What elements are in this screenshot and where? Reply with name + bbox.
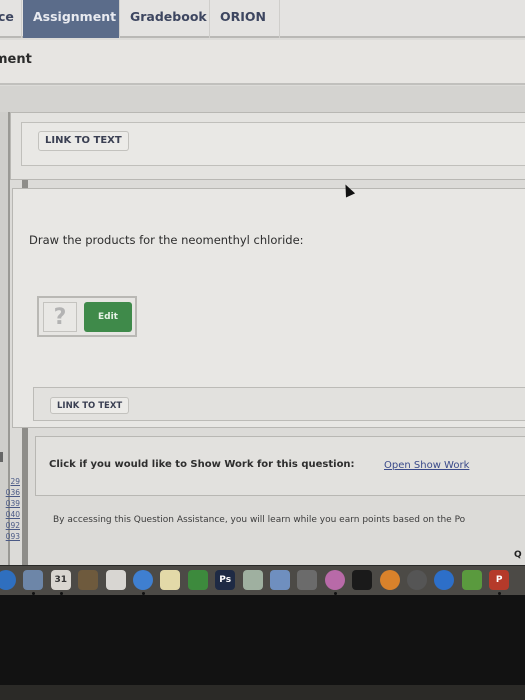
toolbar-band xyxy=(0,86,525,112)
tab-previous[interactable]: ce xyxy=(0,0,22,38)
edit-button[interactable]: Edit xyxy=(84,302,132,332)
show-work-panel: Click if you would like to Show Work for… xyxy=(35,436,525,496)
link-to-text-button[interactable]: LINK TO TEXT xyxy=(38,131,129,151)
question-assistance-text: By accessing this Question Assistance, y… xyxy=(53,515,466,525)
side-link[interactable]: 29 xyxy=(0,476,20,487)
dock-photoshop-icon[interactable]: Ps xyxy=(215,570,236,590)
desk-surface xyxy=(0,685,525,700)
dock-ibooks-icon[interactable] xyxy=(379,570,400,590)
dock-green-app-icon[interactable] xyxy=(461,570,482,590)
answer-box: ? Edit xyxy=(37,296,137,337)
dock-app-store-icon[interactable] xyxy=(434,570,455,590)
show-work-prompt: Click if you would like to Show Work for… xyxy=(49,459,355,470)
truncated-label: Q xyxy=(514,550,522,560)
question-prompt: Draw the products for the neomenthyl chl… xyxy=(29,233,304,247)
link-to-text-inner: LINK TO TEXT xyxy=(21,122,525,166)
dock-messages-icon[interactable] xyxy=(133,570,153,590)
page-heading: ment xyxy=(0,52,32,67)
tab-assignment[interactable]: Assignment xyxy=(23,0,120,38)
nav-tabbar: ce Assignment Gradebook ORION xyxy=(0,0,525,38)
dock: 31 Ps P xyxy=(0,565,525,595)
open-show-work-link[interactable]: Open Show Work xyxy=(384,460,469,471)
dock-safari-icon[interactable] xyxy=(0,570,16,590)
tab-gradebook[interactable]: Gradebook xyxy=(120,0,210,38)
dock-calendar-icon[interactable]: 31 xyxy=(50,570,71,590)
page-heading-band: ment xyxy=(0,40,525,85)
tab-orion[interactable]: ORION xyxy=(210,0,280,38)
dock-mail-icon[interactable] xyxy=(23,570,44,590)
dock-itunes-icon[interactable] xyxy=(324,570,345,590)
side-link[interactable]: 092 xyxy=(0,520,20,531)
dock-powerpoint-icon[interactable]: P xyxy=(489,570,510,590)
side-link[interactable]: 036 xyxy=(0,487,20,498)
question-panel: Draw the products for the neomenthyl chl… xyxy=(12,188,525,428)
dock-preview-icon[interactable] xyxy=(242,570,263,590)
dock-contacts-icon[interactable] xyxy=(78,570,99,590)
side-link[interactable]: 040 xyxy=(0,509,20,520)
dock-time-machine-icon[interactable] xyxy=(407,570,427,590)
question-link-to-text-panel: LINK TO TEXT xyxy=(33,387,525,421)
dock-facetime-icon[interactable] xyxy=(187,570,208,590)
question-link-to-text-button[interactable]: LINK TO TEXT xyxy=(50,397,130,414)
dock-numbers-icon[interactable] xyxy=(297,570,318,590)
side-link[interactable]: 039 xyxy=(0,498,20,509)
dock-notes-icon[interactable] xyxy=(160,570,181,590)
answer-placeholder-icon[interactable]: ? xyxy=(43,302,77,332)
dock-reminders-icon[interactable] xyxy=(105,570,126,590)
side-link[interactable]: 093 xyxy=(0,531,20,542)
browser-screen: ce Assignment Gradebook ORION ment LINK … xyxy=(0,0,525,568)
side-marker xyxy=(0,452,3,462)
side-links: 29 036 039 040 092 093 xyxy=(0,476,22,542)
dock-gopro-icon[interactable] xyxy=(352,570,373,590)
link-to-text-panel: LINK TO TEXT xyxy=(10,112,525,180)
dock-keynote-icon[interactable] xyxy=(270,570,290,590)
